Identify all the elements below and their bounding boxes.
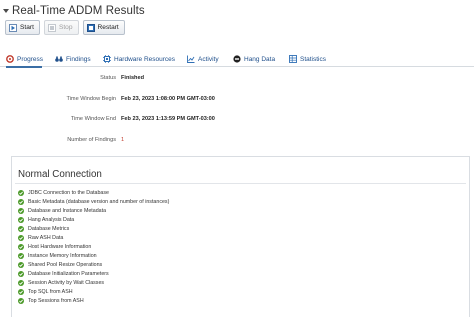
- stop-button[interactable]: Stop: [43, 20, 79, 35]
- check-item: Hang Analysis Data: [18, 215, 169, 224]
- checkmark-icon: [18, 216, 24, 223]
- tab-activity[interactable]: Activity: [187, 51, 219, 67]
- check-list: JDBC Connection to the Database Basic Me…: [18, 188, 169, 306]
- check-item-label: Shared Pool Resize Operations: [28, 261, 103, 268]
- checkmark-icon: [18, 252, 24, 259]
- panel-divider: [15, 183, 466, 184]
- panel-title: Normal Connection: [18, 169, 102, 180]
- restart-button[interactable]: Restart: [82, 20, 125, 35]
- check-item: Database and Instance Metadata: [18, 206, 169, 215]
- check-item: Basic Metadata (database version and num…: [18, 197, 169, 206]
- checkmark-icon: [18, 198, 24, 205]
- check-item-label: Hang Analysis Data: [28, 216, 75, 223]
- stop-icon: [233, 55, 241, 63]
- check-item: Database Initialization Parameters: [18, 269, 169, 278]
- page-header: Real-Time ADDM Results: [3, 3, 145, 19]
- restart-icon: [86, 23, 95, 32]
- check-item-label: Database Metrics: [28, 225, 70, 232]
- check-item-label: Top Sessions from ASH: [28, 298, 84, 305]
- check-item: Host Hardware Information: [18, 242, 169, 251]
- window-begin-label: Time Window Begin: [66, 96, 116, 102]
- findings-count-link[interactable]: 1: [121, 137, 124, 143]
- tab-hang-data[interactable]: Hang Data: [233, 51, 275, 67]
- stop-icon: [47, 23, 56, 32]
- table-icon: [289, 55, 297, 63]
- check-item: Instance Memory Information: [18, 251, 169, 260]
- check-item-label: JDBC Connection to the Database: [28, 189, 109, 196]
- check-item: Raw ASH Data: [18, 233, 169, 242]
- check-item-label: Session Activity by Wait Classes: [28, 279, 105, 286]
- page-title: Real-Time ADDM Results: [12, 5, 145, 17]
- checkmark-icon: [18, 243, 24, 250]
- check-item: Top Sessions from ASH: [18, 297, 169, 306]
- check-item: Database Metrics: [18, 224, 169, 233]
- chart-icon: [187, 55, 195, 63]
- tab-label: Statistics: [300, 55, 327, 63]
- checkmark-icon: [18, 261, 24, 268]
- checkmark-icon: [18, 234, 24, 241]
- tab-label: Activity: [198, 55, 219, 63]
- check-item: JDBC Connection to the Database: [18, 188, 169, 197]
- tab-label: Hardware Resources: [114, 55, 176, 63]
- normal-connection-panel: Normal Connection JDBC Connection to the…: [11, 156, 470, 317]
- window-begin-value: Feb 23, 2023 1:08:00 PM GMT-03:00: [121, 96, 215, 102]
- check-item-label: Host Hardware Information: [28, 243, 92, 250]
- status-label: Status: [100, 75, 116, 81]
- checkmark-icon: [18, 289, 24, 296]
- status-value: Finished: [121, 75, 144, 81]
- check-item: Session Activity by Wait Classes: [18, 278, 169, 287]
- result-tabs: Progress Findings Hardware Resources Act…: [0, 51, 474, 68]
- collapse-arrow-icon[interactable]: [3, 8, 9, 14]
- check-item: Top SQL from ASH: [18, 288, 169, 297]
- tab-findings[interactable]: Findings: [55, 51, 91, 67]
- check-item: Shared Pool Resize Operations: [18, 260, 169, 269]
- check-item-label: Database and Instance Metadata: [28, 207, 107, 214]
- tab-label: Hang Data: [244, 55, 276, 63]
- window-end-value: Feb 23, 2023 1:13:59 PM GMT-03:00: [121, 116, 215, 122]
- binoculars-icon: [55, 55, 63, 63]
- window-end-label: Time Window End: [70, 116, 116, 122]
- checkmark-icon: [18, 207, 24, 214]
- check-item-label: Instance Memory Information: [28, 252, 97, 259]
- chip-icon: [103, 55, 111, 63]
- gear-icon: [6, 55, 14, 63]
- start-label: Start: [20, 24, 34, 31]
- checkmark-icon: [18, 298, 24, 305]
- checkmark-icon: [18, 189, 24, 196]
- tab-hardware-resources[interactable]: Hardware Resources: [103, 51, 175, 67]
- check-item-label: Basic Metadata (database version and num…: [28, 198, 170, 205]
- tab-label: Findings: [66, 55, 91, 63]
- start-icon: [9, 23, 17, 32]
- check-item-label: Raw ASH Data: [28, 234, 64, 241]
- check-item-label: Top SQL from ASH: [28, 289, 73, 296]
- findings-count-label: Number of Findings: [67, 137, 116, 143]
- tab-statistics[interactable]: Statistics: [289, 51, 326, 67]
- check-item-label: Database Initialization Parameters: [28, 270, 109, 277]
- tab-label: Progress: [17, 55, 44, 63]
- start-button[interactable]: Start: [5, 20, 40, 35]
- toolbar: Start Stop Restart: [5, 20, 125, 35]
- checkmark-icon: [18, 225, 24, 232]
- checkmark-icon: [18, 270, 24, 277]
- checkmark-icon: [18, 279, 24, 286]
- stop-label: Stop: [58, 24, 73, 31]
- tab-progress[interactable]: Progress: [6, 51, 44, 68]
- restart-label: Restart: [97, 24, 119, 31]
